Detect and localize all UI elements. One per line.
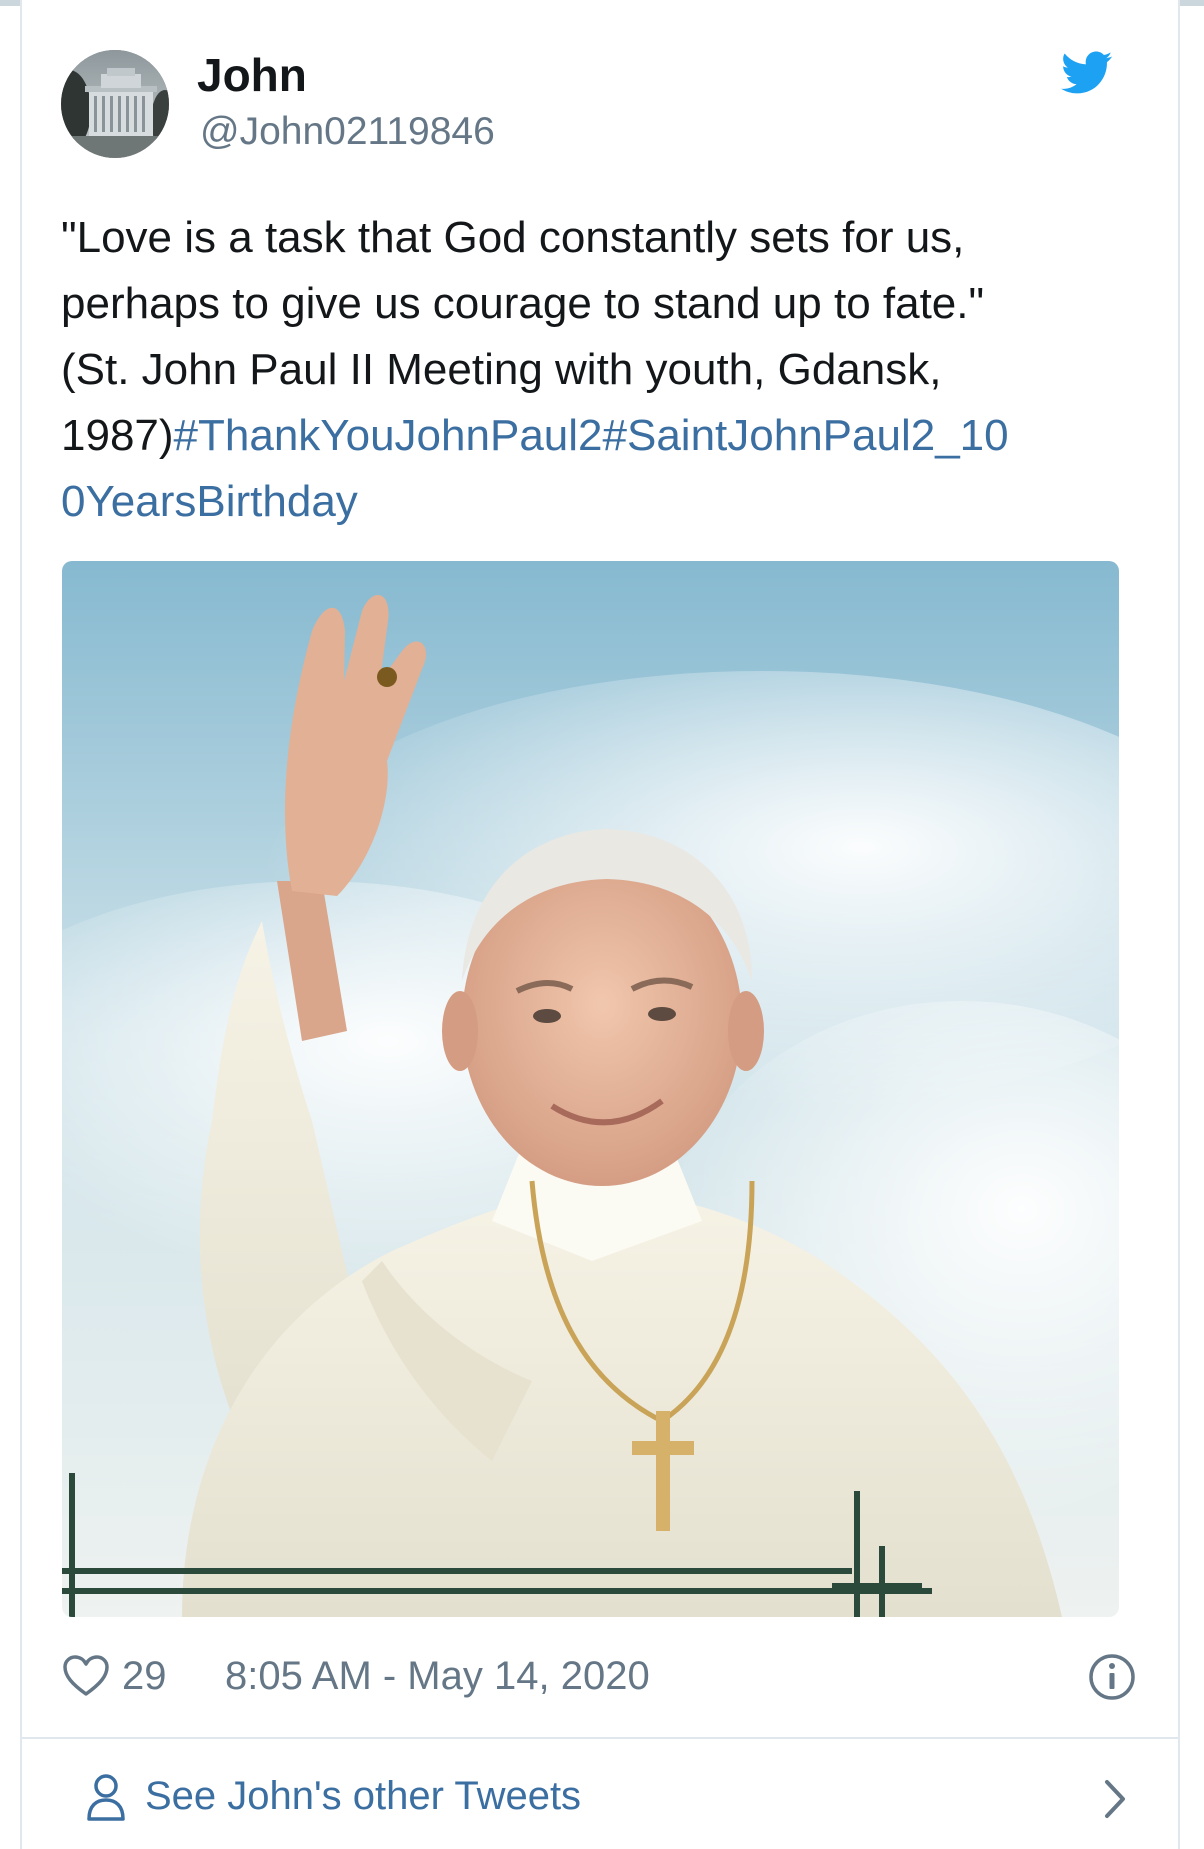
author-handle[interactable]: @John02119846 — [200, 112, 495, 151]
footer-divider — [20, 1737, 1180, 1739]
tweet-text: "Love is a task that God constantly sets… — [61, 205, 1126, 535]
person-icon — [87, 1774, 125, 1821]
author-avatar[interactable] — [61, 50, 169, 158]
tweet-text-line: perhaps to give us courage to stand up t… — [61, 279, 985, 328]
tweet-text-line: "Love is a task that God constantly sets… — [61, 213, 965, 262]
tweet-footer: 29 8:05 AM - May 14, 2020 — [62, 1648, 1137, 1704]
tweet-photo[interactable] — [62, 561, 1119, 1617]
twitter-bird-icon[interactable] — [1061, 51, 1113, 95]
see-other-tweets-link[interactable]: See John's other Tweets — [62, 1770, 1137, 1826]
hashtag-link[interactable]: #ThankYouJohnPaul2#SaintJohnPaul2_10 — [174, 411, 1009, 460]
see-other-tweets-label[interactable]: See John's other Tweets — [145, 1776, 581, 1816]
info-icon[interactable] — [1087, 1652, 1137, 1702]
author-name[interactable]: John — [197, 52, 307, 98]
tweet-text-line-4: 1987)#ThankYouJohnPaul2#SaintJohnPaul2_1… — [61, 403, 1126, 469]
avatar-image — [61, 50, 169, 158]
like-count[interactable]: 29 — [122, 1656, 167, 1696]
hashtag-link-continued[interactable]: 0YearsBirthday — [61, 469, 1126, 535]
tweet-text-tail: 1987) — [61, 411, 174, 460]
photo-illustration — [62, 561, 1119, 1617]
tweet-timestamp[interactable]: 8:05 AM - May 14, 2020 — [225, 1656, 650, 1696]
tweet-text-line: (St. John Paul II Meeting with youth, Gd… — [61, 345, 942, 394]
chevron-right-icon[interactable] — [1099, 1776, 1129, 1822]
heart-icon[interactable] — [62, 1654, 110, 1698]
